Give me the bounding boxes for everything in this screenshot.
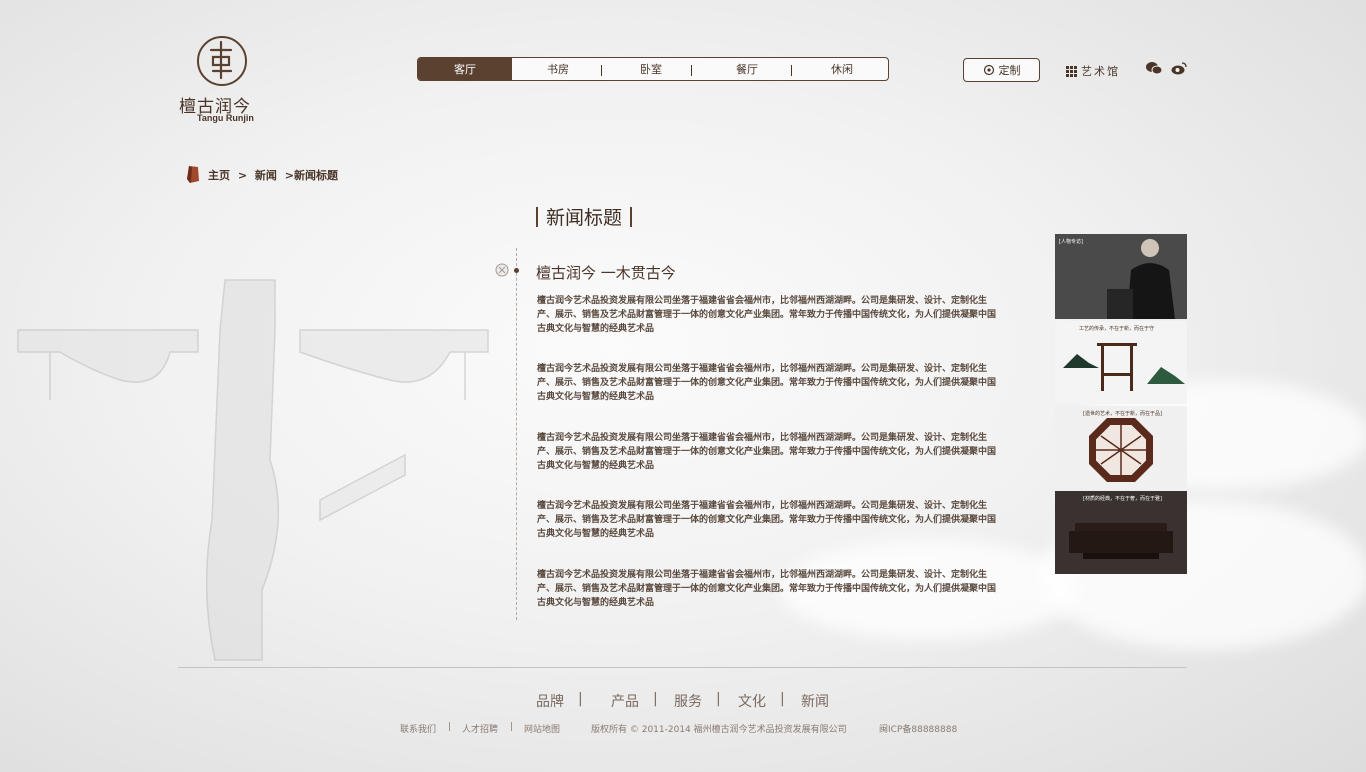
couch-image: [1055, 491, 1187, 574]
panel-tag: [人物专访]: [1059, 239, 1083, 245]
side-panel-art[interactable]: [遗世的艺术，不在于新，而在于品]: [1055, 406, 1187, 489]
footer-divider: [178, 667, 1187, 668]
logo-english-name: Tangu Runjin: [197, 113, 254, 123]
footer-link-careers[interactable]: 人才招聘: [462, 722, 498, 735]
footer-nav-separator: |: [716, 691, 721, 707]
footer-link-separator: |: [510, 722, 514, 732]
title-bar-right: [630, 206, 633, 227]
article-paragraph: 檀古润今艺术品投资发展有限公司坐落于福建省省会福州市，比邻福州西湖湖畔。公司是集…: [537, 364, 997, 402]
chair-image: [1055, 321, 1187, 404]
article-paragraph: 檀古润今艺术品投资发展有限公司坐落于福建省省会福州市，比邻福州西湖湖畔。公司是集…: [537, 570, 997, 608]
article-paragraph: 檀古润今艺术品投资发展有限公司坐落于福建省省会福州市，比邻福州西湖湖畔。公司是集…: [537, 433, 997, 471]
panel-tag: [材质的经典，不在于奢，而在于雅]: [1083, 496, 1162, 502]
breadcrumb-current: 新闻标题: [293, 169, 338, 182]
grid-icon: [1066, 65, 1077, 77]
main-nav: 客厅 书房 卧室 餐厅 休闲: [417, 57, 889, 81]
background-furniture-illustration: [17, 279, 489, 661]
footer-icp: 闽ICP备88888888: [879, 725, 958, 735]
logo-emblem[interactable]: [197, 36, 247, 86]
footer-link-contact[interactable]: 联系我们: [400, 722, 436, 735]
side-panel-material[interactable]: [材质的经典，不在于奢，而在于雅]: [1055, 491, 1187, 574]
side-panel-interview[interactable]: [人物专访]: [1055, 234, 1187, 319]
portrait-image: [1055, 234, 1187, 319]
seal-icon: [187, 166, 199, 183]
custom-button-label: 定制: [998, 64, 1021, 77]
art-gallery-label: 艺术馆: [1081, 65, 1120, 78]
page-title: 新闻标题: [536, 203, 633, 230]
side-panel-craft[interactable]: 工艺的传承，不在于新，而在于守: [1055, 321, 1187, 404]
footer-link-separator: |: [448, 722, 452, 732]
article-paragraph: 檀古润今艺术品投资发展有限公司坐落于福建省省会福州市，比邻福州西湖湖畔。公司是集…: [537, 296, 997, 334]
logo-mark-icon: [209, 40, 233, 80]
nav-divider: [791, 65, 792, 76]
footer-nav-separator: |: [578, 691, 583, 707]
breadcrumb-separator: >: [284, 169, 294, 182]
article-title: 檀古润今 一木贯古今: [536, 264, 676, 282]
panel-tag: 工艺的传承，不在于新，而在于守: [1079, 326, 1155, 332]
nav-item-bedroom[interactable]: 卧室: [604, 58, 698, 80]
page-title-text: 新闻标题: [546, 207, 623, 229]
timeline-dot: [514, 268, 519, 273]
footer-nav-products[interactable]: 产品: [611, 691, 639, 711]
article-paragraph: 檀古润今艺术品投资发展有限公司坐落于福建省省会福州市，比邻福州西湖湖畔。公司是集…: [537, 501, 997, 539]
breadcrumb: 主页 > 新闻 >新闻标题: [208, 167, 342, 183]
custom-button[interactable]: 定制: [963, 58, 1040, 82]
art-gallery-link[interactable]: 艺术馆: [1066, 63, 1120, 79]
nav-item-dining-room[interactable]: 餐厅: [698, 58, 796, 80]
nav-item-study[interactable]: 书房: [512, 58, 604, 80]
footer-nav-separator: |: [653, 691, 658, 707]
footer-copyright: 版权所有 © 2011-2014 福州檀古润今艺术品投资发展有限公司: [591, 725, 847, 735]
nav-divider: [691, 65, 692, 76]
footer-nav-culture[interactable]: 文化: [738, 691, 766, 711]
breadcrumb-news[interactable]: 新闻: [255, 169, 277, 182]
breadcrumb-home[interactable]: 主页: [208, 169, 230, 182]
panel-tag: [遗世的艺术，不在于新，而在于品]: [1083, 411, 1162, 417]
custom-icon: [983, 64, 994, 76]
footer-nav-separator: |: [780, 691, 785, 707]
wechat-icon[interactable]: [1146, 61, 1162, 75]
title-bar-left: [536, 206, 538, 227]
window-lattice-image: [1055, 406, 1187, 489]
footer-nav-brand[interactable]: 品牌: [536, 691, 564, 711]
weibo-icon[interactable]: [1171, 61, 1187, 75]
nav-item-living-room[interactable]: 客厅: [418, 58, 512, 80]
breadcrumb-separator: >: [237, 169, 248, 182]
badge-icon: [495, 263, 509, 277]
footer-nav-services[interactable]: 服务: [674, 691, 702, 711]
footer-nav-news[interactable]: 新闻: [801, 691, 829, 711]
timeline-line: [516, 248, 517, 620]
footer-link-sitemap[interactable]: 网站地图: [524, 722, 560, 735]
nav-item-leisure[interactable]: 休闲: [796, 58, 888, 80]
nav-divider: [601, 65, 602, 76]
